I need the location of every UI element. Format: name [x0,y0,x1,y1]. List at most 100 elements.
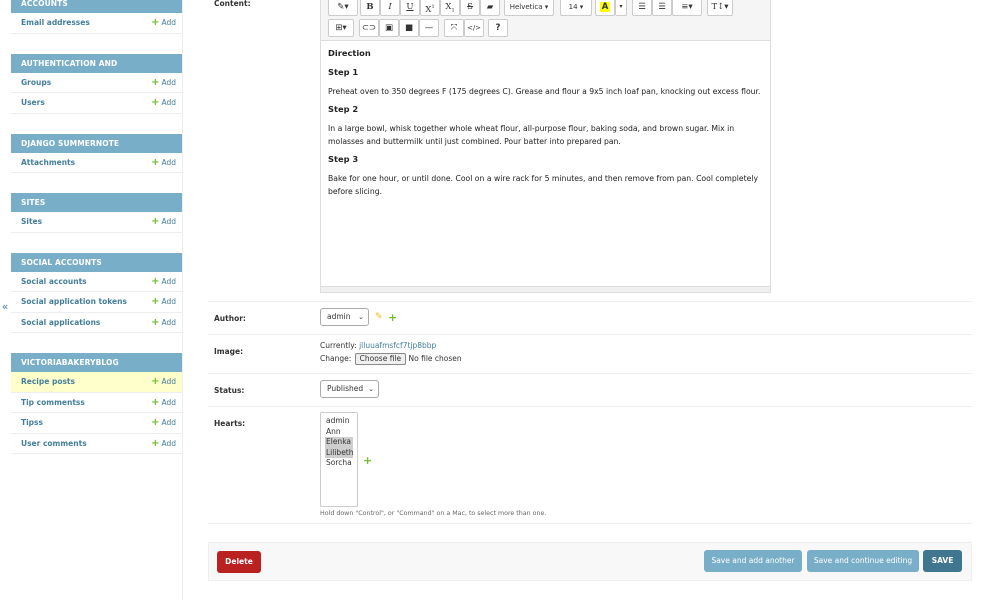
sidebar-add-link[interactable]: + Add [151,393,176,414]
hearts-multi-select[interactable]: admin Ann Elenka Lilibeth Sorcha [320,412,358,507]
question-icon: ? [495,23,501,33]
bold-button[interactable]: B [360,0,380,16]
author-value: admin [327,312,351,321]
save-button[interactable]: SAVE [923,550,962,572]
sidebar-add-link[interactable]: + Add [151,313,176,334]
sidebar-add-link[interactable]: + Add [151,413,176,434]
sidebar-model-row: Sites + Add [11,212,182,233]
collapse-sidebar-button[interactable]: « [0,300,10,313]
save-and-add-another-button[interactable]: Save and add another [704,550,802,572]
add-label: Add [161,217,176,226]
font-family-dropdown[interactable]: Helvetica ▾ [504,0,554,16]
add-author-plus-icon[interactable]: + [388,312,397,323]
font-size-dropdown[interactable]: 14 ▾ [560,0,592,16]
italic-button[interactable]: I [380,0,400,16]
video-button[interactable]: ■ [399,19,419,37]
delete-button[interactable]: Delete [217,551,261,573]
ordered-list-button[interactable]: ☰ [652,0,672,16]
subscript-button[interactable]: X1 [440,0,460,16]
save-and-continue-button[interactable]: Save and continue editing [807,550,919,572]
hearts-option[interactable]: Elenka [325,437,353,448]
horizontal-rule-button[interactable]: — [419,19,439,37]
current-image-link[interactable]: jlluuafmsfcf7tjp8bbp [359,341,436,350]
help-button[interactable]: ? [488,19,508,37]
module-header[interactable]: SITES [11,193,182,212]
fullscreen-button[interactable]: ⤧ [444,19,464,37]
link-button[interactable]: ⊂⊃ [359,19,379,37]
plus-icon: + [151,97,160,108]
paragraph-align-dropdown[interactable]: ≡▾ [672,0,702,16]
editor-heading: Step 3 [328,154,359,164]
author-select[interactable]: admin ⌄ [320,308,369,326]
eraser-icon: ▰ [486,2,494,12]
module-header[interactable]: VICTORIABAKERYBLOG [11,353,182,372]
edit-author-pencil-icon[interactable]: ✎ [375,312,383,322]
sidebar-add-link[interactable]: + Add [151,212,176,233]
sidebar-model-link[interactable]: Groups [21,78,51,87]
app-module: DJANGO SUMMERNOTE Attachments + Add [11,133,182,174]
underline-button[interactable]: U [400,0,420,16]
status-value: Published [327,384,364,393]
sidebar-add-link[interactable]: + Add [151,372,176,393]
sidebar-model-link[interactable]: Users [21,98,45,107]
app-module: VICTORIABAKERYBLOG Recipe posts + Add Tip co… [11,353,182,454]
module-header[interactable]: AUTHENTICATION AND AUTHORIZATION [11,53,182,87]
change-label: Change: [320,354,352,363]
app-sidebar: ACCOUNTS Email addresses + Add AUTHENTICATIO… [11,0,183,600]
font-color-button[interactable]: A [595,0,615,16]
superscript-button[interactable]: X1 [420,0,440,16]
magic-style-button[interactable]: ✎▾ [328,0,358,16]
sidebar-model-link[interactable]: Social application tokens [21,297,127,306]
hearts-option[interactable]: Sorcha [325,458,357,469]
numbered-list-icon: ☰ [658,2,666,12]
sidebar-model-link[interactable]: Attachments [21,158,75,167]
sidebar-model-link[interactable]: Email addresses [21,18,90,27]
hearts-option[interactable]: Lilibeth [325,447,354,458]
line-height-dropdown[interactable]: T↕▾ [707,0,733,16]
plus-icon: + [151,316,160,328]
sidebar-model-row: User comments + Add [11,434,182,455]
editor-content-area[interactable]: Direction Step 1 Preheat oven to 350 degre… [321,41,770,209]
hr-icon: — [424,23,434,33]
sidebar-model-link[interactable]: Tipss [21,418,43,427]
hearts-option[interactable]: admin [325,416,357,427]
sidebar-add-link[interactable]: + Add [151,93,176,114]
editor-resize-handle[interactable] [321,286,770,292]
sidebar-add-link[interactable]: + Add [151,13,176,34]
rich-text-editor[interactable]: ✎▾ B I U X1 X1 S ▰ Helvetica ▾ 14 ▾ A ▾ … [320,0,771,293]
add-label: Add [161,157,176,167]
hearts-option[interactable]: Ann [325,427,357,438]
add-heart-plus-icon[interactable]: + [363,455,372,466]
table-dropdown[interactable]: ⊞▾ [328,19,354,37]
picture-button[interactable]: ▣ [379,19,399,37]
code-view-button[interactable]: </> [464,19,484,37]
magic-wand-icon: ✎▾ [337,2,349,12]
module-header[interactable]: SOCIAL ACCOUNTS [11,252,182,272]
clear-format-button[interactable]: ▰ [480,0,500,16]
sidebar-model-link[interactable]: Social applications [21,318,100,327]
module-header[interactable]: ACCOUNTS [11,0,182,13]
module-header[interactable]: DJANGO SUMMERNOTE [11,133,182,153]
image-currently-row: Currently: jlluuafmsfcf7tjp8bbp [320,341,436,350]
sidebar-model-row: Users + Add [11,93,182,114]
sidebar-model-link[interactable]: Tip commentss [21,398,85,407]
sidebar-model-row: Social applications + Add [11,313,182,334]
status-select[interactable]: Published ⌄ [320,380,379,398]
font-color-dropdown[interactable]: ▾ [615,0,627,16]
choose-file-button[interactable]: Choose file [354,353,407,365]
sidebar-add-link[interactable]: + Add [151,292,176,313]
sidebar-model-link[interactable]: User comments [21,439,87,448]
sidebar-model-link[interactable]: Sites [21,217,42,226]
link-icon: ⊂⊃ [361,23,377,33]
sidebar-model-link[interactable]: Recipe posts [21,377,75,386]
add-label: Add [161,418,176,427]
sidebar-model-link[interactable]: Social accounts [21,277,87,286]
align-icon: ≡▾ [681,2,693,12]
unordered-list-button[interactable]: ☰ [632,0,652,16]
sidebar-add-link[interactable]: + Add [151,73,176,94]
strikethrough-button[interactable]: S [460,0,480,16]
sidebar-add-link[interactable]: + Add [151,153,176,174]
divider [208,523,972,524]
sidebar-add-link[interactable]: + Add [151,434,176,455]
sidebar-add-link[interactable]: + Add [151,272,176,293]
